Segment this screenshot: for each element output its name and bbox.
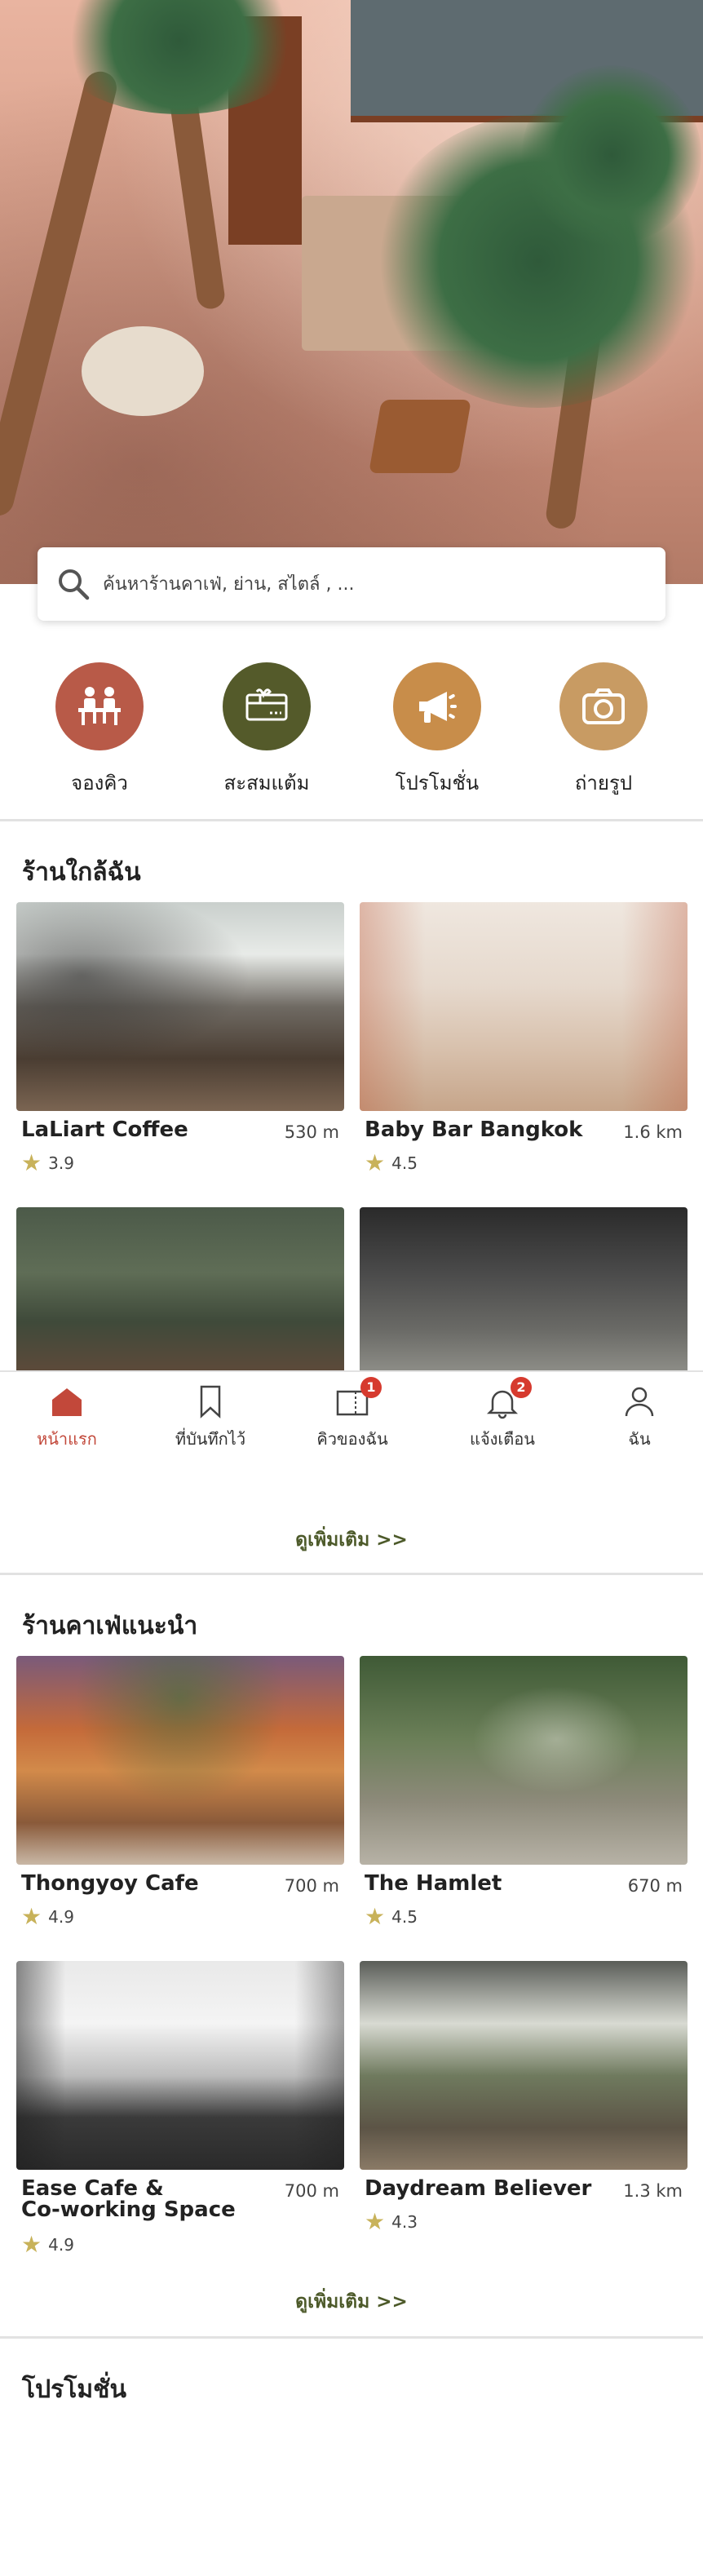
cafe-card[interactable] bbox=[360, 1207, 688, 1370]
cafe-distance: 530 m bbox=[284, 1122, 339, 1142]
cafe-distance: 700 m bbox=[284, 1876, 339, 1896]
search-icon bbox=[55, 566, 91, 602]
bell-icon: 2 bbox=[484, 1377, 532, 1419]
quick-action-label: โปรโมชั่น bbox=[395, 772, 480, 794]
cafe-photo bbox=[360, 1207, 688, 1370]
cafe-photo bbox=[16, 902, 344, 1111]
star-icon: ★ bbox=[21, 1903, 42, 1930]
cafe-photo bbox=[16, 1961, 344, 2170]
notification-badge: 1 bbox=[360, 1377, 382, 1398]
notification-badge: 2 bbox=[511, 1377, 532, 1398]
cafe-rating: ★ 4.5 bbox=[365, 1903, 418, 1930]
hero-image bbox=[0, 0, 703, 584]
divider bbox=[0, 819, 703, 821]
star-icon: ★ bbox=[365, 1903, 386, 1930]
nav-home[interactable]: หน้าแรก bbox=[2, 1383, 132, 1452]
cafe-distance: 1.6 km bbox=[623, 1122, 683, 1142]
section-title-promotions: โปรโมชั่น bbox=[22, 2375, 127, 2404]
cafe-card[interactable]: The Hamlet 670 m ★ 4.5 bbox=[360, 1656, 688, 1928]
section-title-nearby: ร้านใกล้ฉัน bbox=[22, 858, 141, 887]
bottom-navigation: หน้าแรก ที่บันทึกไว้ 1 คิวของฉัน 2 แจ้งเ… bbox=[0, 1370, 703, 1460]
home-icon bbox=[49, 1383, 85, 1419]
cafe-distance: 1.3 km bbox=[623, 2181, 683, 2201]
quick-action-points[interactable]: สะสมแต้ม bbox=[206, 662, 328, 799]
nav-label: แจ้งเตือน bbox=[470, 1429, 535, 1449]
cafe-rating: ★ 3.9 bbox=[21, 1149, 74, 1176]
nav-saved[interactable]: ที่บันทึกไว้ bbox=[145, 1383, 276, 1452]
quick-action-promotions[interactable]: โปรโมชั่น bbox=[376, 662, 498, 799]
cafe-rating: ★ 4.3 bbox=[365, 2208, 418, 2235]
divider bbox=[0, 2336, 703, 2339]
cafe-rating: ★ 4.9 bbox=[21, 2231, 74, 2258]
cafe-photo bbox=[16, 1656, 344, 1865]
nav-profile[interactable]: ฉัน bbox=[574, 1383, 703, 1452]
nav-queue[interactable]: 1 คิวของฉัน bbox=[287, 1377, 418, 1452]
cafe-name: Baby Bar Bangkok bbox=[365, 1118, 583, 1142]
megaphone-icon bbox=[393, 662, 481, 750]
cafe-rating: ★ 4.5 bbox=[365, 1149, 418, 1176]
cafe-name: Daydream Believer bbox=[365, 2176, 592, 2201]
bookmark-icon bbox=[192, 1383, 228, 1419]
quick-action-label: จองคิว bbox=[71, 772, 128, 794]
cafe-card[interactable]: Daydream Believer 1.3 km ★ 4.3 bbox=[360, 1961, 688, 2233]
cafe-card[interactable]: Ease Cafe & Co-working Space 700 m ★ 4.9 bbox=[16, 1961, 344, 2256]
cafe-distance: 670 m bbox=[627, 1876, 683, 1896]
search-input[interactable] bbox=[103, 573, 625, 595]
cafe-card[interactable]: Baby Bar Bangkok 1.6 km ★ 4.5 bbox=[360, 902, 688, 1175]
nav-label: ที่บันทึกไว้ bbox=[175, 1429, 246, 1449]
divider bbox=[0, 1573, 703, 1575]
nav-label: ฉัน bbox=[628, 1429, 651, 1449]
cafe-name: Ease Cafe & Co-working Space bbox=[21, 2176, 236, 2222]
cafe-name: LaLiart Coffee bbox=[21, 1118, 188, 1142]
cafe-card[interactable]: LaLiart Coffee 530 m ★ 3.9 bbox=[16, 902, 344, 1175]
cafe-name: The Hamlet bbox=[365, 1871, 502, 1896]
cafe-photo bbox=[360, 1656, 688, 1865]
nav-label: คิวของฉัน bbox=[316, 1429, 388, 1449]
see-more-link[interactable]: ดูเพิ่มเติม >> bbox=[0, 2287, 703, 2317]
quick-action-photo[interactable]: ถ่ายรูป bbox=[542, 662, 665, 799]
nav-notifications[interactable]: 2 แจ้งเตือน bbox=[437, 1377, 568, 1452]
gift-card-icon bbox=[223, 662, 311, 750]
quick-action-label: สะสมแต้ม bbox=[223, 772, 310, 794]
user-icon bbox=[621, 1383, 657, 1419]
cafe-rating: ★ 4.9 bbox=[21, 1903, 74, 1930]
cafe-name: Thongyoy Cafe bbox=[21, 1871, 199, 1896]
camera-icon bbox=[559, 662, 648, 750]
cafe-distance: 700 m bbox=[284, 2181, 339, 2201]
cafe-photo bbox=[16, 1207, 344, 1370]
star-icon: ★ bbox=[365, 2208, 386, 2235]
cafe-photo bbox=[360, 902, 688, 1111]
quick-action-label: ถ่ายรูป bbox=[574, 772, 633, 794]
nav-label: หน้าแรก bbox=[37, 1429, 97, 1449]
section-title-recommended: ร้านคาเฟ่แนะนำ bbox=[22, 1612, 198, 1640]
table-seat-icon bbox=[55, 662, 144, 750]
star-icon: ★ bbox=[21, 1149, 42, 1176]
cafe-card[interactable] bbox=[16, 1207, 344, 1370]
cafe-card[interactable]: Thongyoy Cafe 700 m ★ 4.9 bbox=[16, 1656, 344, 1928]
star-icon: ★ bbox=[365, 1149, 386, 1176]
queue-icon: 1 bbox=[334, 1377, 382, 1419]
search-bar[interactable] bbox=[38, 547, 665, 621]
see-more-link[interactable]: ดูเพิ่มเติม >> bbox=[0, 1525, 703, 1555]
cafe-photo bbox=[360, 1961, 688, 2170]
star-icon: ★ bbox=[21, 2231, 42, 2258]
quick-action-booking[interactable]: จองคิว bbox=[38, 662, 161, 799]
